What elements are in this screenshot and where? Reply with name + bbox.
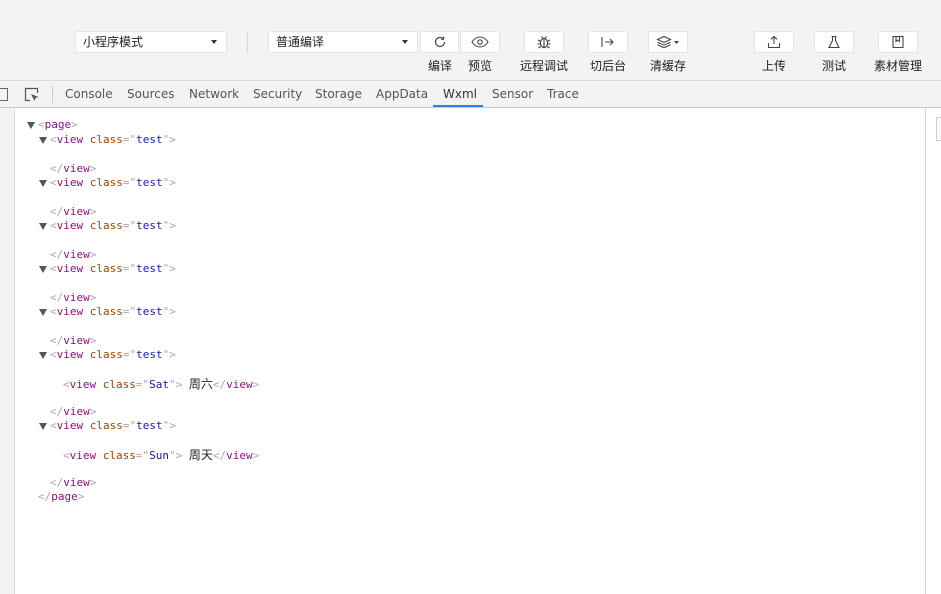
tag-name: view	[63, 205, 90, 218]
tree-node-view[interactable]: <view class="test">	[50, 305, 176, 319]
expand-toggle-icon[interactable]	[39, 180, 47, 187]
tag-name: view	[56, 133, 84, 146]
tree-node-view[interactable]: <view class="test">	[50, 419, 176, 433]
attr-value: Sun	[149, 449, 169, 462]
tree-node-close: </view>	[50, 205, 97, 218]
expand-toggle-icon[interactable]	[39, 223, 47, 230]
tree-node-page[interactable]: <page>	[38, 118, 78, 132]
tag-name: view	[63, 405, 90, 418]
wxml-tree: <page> <view class="test"> </view> <view…	[0, 0, 941, 594]
tag-name: view	[56, 262, 84, 275]
tag-name: view	[226, 378, 253, 391]
attr-value: test	[136, 348, 163, 361]
tree-node-view-sat[interactable]: <view class="Sat"> 周六</view>	[63, 377, 259, 392]
tree-node-view[interactable]: <view class="test">	[50, 348, 176, 362]
tag-name: view	[226, 449, 253, 462]
tag-name: view	[69, 449, 97, 462]
tree-node-view[interactable]: <view class="test">	[50, 262, 176, 276]
node-text: 周天	[188, 448, 213, 462]
tag-name: page	[51, 490, 78, 503]
tree-node-page-close: </page>	[38, 490, 85, 503]
attr-value: test	[136, 419, 163, 432]
tree-node-close: </view>	[50, 476, 97, 489]
attr-name: class	[89, 133, 123, 146]
expand-toggle-icon[interactable]	[39, 352, 47, 359]
expand-toggle-icon[interactable]	[39, 266, 47, 273]
tag-name: view	[56, 219, 84, 232]
attr-value: Sat	[149, 378, 169, 391]
tree-node-view[interactable]: <view class="test">	[50, 133, 176, 147]
tag-name: view	[56, 305, 84, 318]
attr-value: test	[136, 219, 163, 232]
attr-value: test	[136, 305, 163, 318]
attr-value: test	[136, 176, 163, 189]
attr-name: class	[102, 378, 136, 391]
tag-name: page	[44, 118, 72, 131]
attr-name: class	[89, 419, 123, 432]
attr-name: class	[89, 176, 123, 189]
expand-toggle-icon[interactable]	[39, 423, 47, 430]
tag-name: view	[63, 291, 90, 304]
tree-node-view-sun[interactable]: <view class="Sun"> 周天</view>	[63, 448, 259, 463]
attr-name: class	[89, 305, 123, 318]
tag-name: view	[63, 162, 90, 175]
tag-name: view	[63, 248, 90, 261]
expand-toggle-icon[interactable]	[27, 122, 35, 129]
tree-node-close: </view>	[50, 248, 97, 261]
attr-value: test	[136, 262, 163, 275]
tree-node-view[interactable]: <view class="test">	[50, 176, 176, 190]
tree-node-close: </view>	[50, 334, 97, 347]
tree-node-close: </view>	[50, 162, 97, 175]
attr-value: test	[136, 133, 163, 146]
tag-name: view	[56, 348, 84, 361]
node-text: 周六	[188, 377, 213, 391]
expand-toggle-icon[interactable]	[39, 137, 47, 144]
attr-name: class	[89, 348, 123, 361]
tag-name: view	[63, 334, 90, 347]
tag-name: view	[69, 378, 97, 391]
attr-name: class	[102, 449, 136, 462]
tag-name: view	[56, 419, 84, 432]
tree-node-close: </view>	[50, 405, 97, 418]
tree-node-close: </view>	[50, 291, 97, 304]
tree-node-view[interactable]: <view class="test">	[50, 219, 176, 233]
tag-name: view	[63, 476, 90, 489]
expand-toggle-icon[interactable]	[39, 309, 47, 316]
attr-name: class	[89, 219, 123, 232]
tag-name: view	[56, 176, 84, 189]
attr-name: class	[89, 262, 123, 275]
